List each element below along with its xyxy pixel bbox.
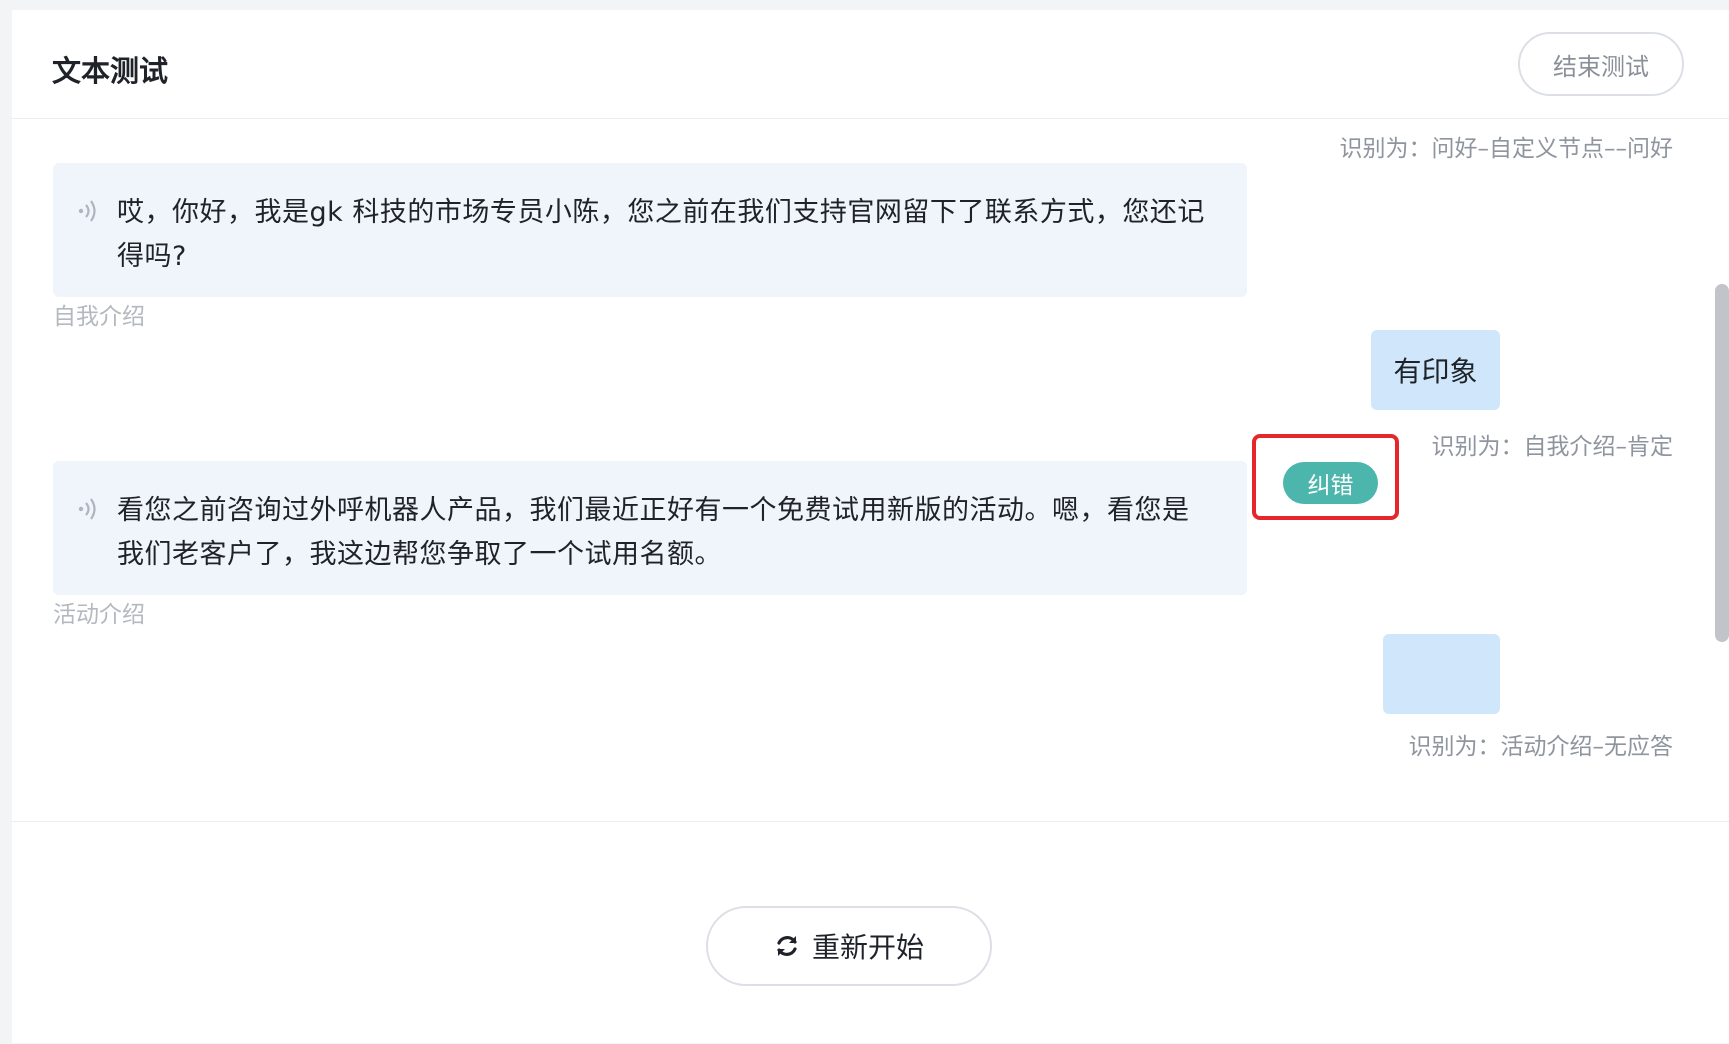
node-label: 自我介绍	[53, 304, 145, 330]
bot-message-text: 哎，你好，我是gk 科技的市场专员小陈，您之前在我们支持官网留下了联系方式，您还…	[117, 197, 1205, 272]
footer: 重新开始	[12, 821, 1729, 1044]
restart-button[interactable]: 重新开始	[706, 906, 992, 986]
user-message-bubble	[1383, 634, 1500, 714]
end-test-button[interactable]: 结束测试	[1518, 32, 1684, 96]
conversation-area[interactable]: 识别为：问好–自定义节点––问好 哎，你好，我是gk 科技的市场专员小陈，您之前…	[12, 119, 1729, 821]
refresh-icon	[777, 936, 797, 956]
recognized-label: 识别为：自我介绍–肯定	[1431, 434, 1674, 460]
header: 文本测试 结束测试	[12, 10, 1729, 119]
recognized-label: 识别为：问好–自定义节点––问好	[1339, 136, 1674, 162]
sound-icon[interactable]	[75, 197, 103, 225]
scrollbar-thumb[interactable]	[1715, 284, 1729, 642]
page-title: 文本测试	[52, 54, 169, 88]
user-message-bubble: 有印象	[1371, 330, 1500, 410]
text-test-panel: 文本测试 结束测试 识别为：问好–自定义节点––问好 哎，你好，我是gk 科技的…	[12, 10, 1729, 1043]
node-label: 活动介绍	[53, 602, 145, 628]
bot-message-bubble: 哎，你好，我是gk 科技的市场专员小陈，您之前在我们支持官网留下了联系方式，您还…	[53, 163, 1247, 297]
recognized-label: 识别为：活动介绍–无应答	[1408, 734, 1674, 760]
bot-message-bubble: 看您之前咨询过外呼机器人产品，我们最近正好有一个免费试用新版的活动。嗯，看您是我…	[53, 461, 1247, 595]
correct-button[interactable]: 纠错	[1283, 462, 1378, 504]
sound-icon[interactable]	[75, 495, 103, 523]
restart-button-label: 重新开始	[811, 931, 924, 964]
bot-message-text: 看您之前咨询过外呼机器人产品，我们最近正好有一个免费试用新版的活动。嗯，看您是我…	[117, 495, 1190, 570]
